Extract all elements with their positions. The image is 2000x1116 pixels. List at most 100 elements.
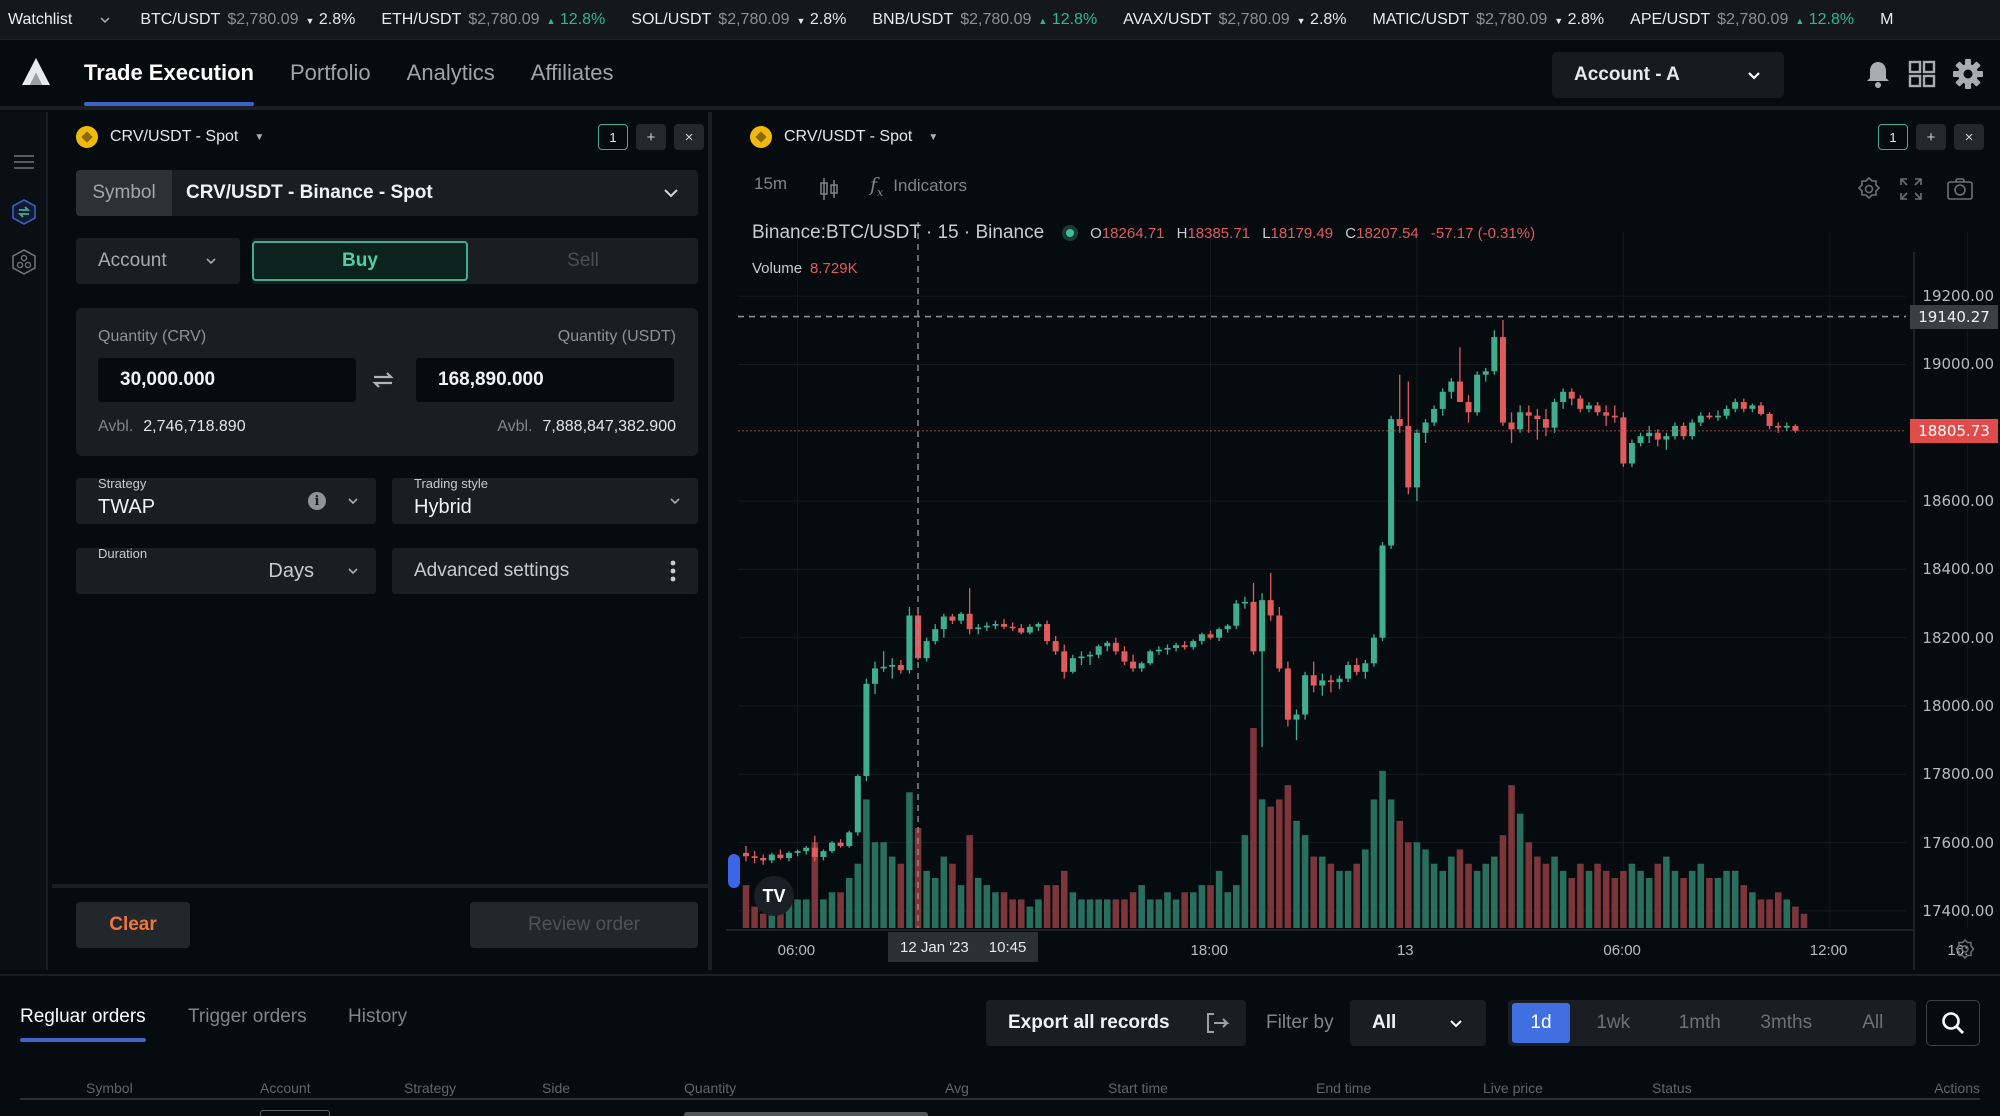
info-icon[interactable]: i [308, 492, 326, 510]
avbl-base-label: Avbl. [98, 418, 134, 435]
volume-bar [1413, 842, 1421, 928]
menu-icon[interactable] [10, 148, 38, 176]
strategy-icon[interactable] [10, 248, 38, 276]
ticker-item[interactable]: MATIC/USDT $2,780.09 ▼ 2.8% [1373, 11, 1605, 29]
volume-bar [1344, 870, 1352, 928]
indicators-button[interactable]: fx Indicators [870, 174, 967, 199]
range-1d[interactable]: 1d [1512, 1003, 1570, 1043]
swap-icon[interactable] [370, 368, 396, 392]
ticker-item[interactable]: SOL/USDT $2,780.09 ▼ 2.8% [631, 11, 846, 29]
search-button[interactable] [1926, 1000, 1980, 1046]
account-selector[interactable]: Account - A [1552, 52, 1784, 98]
qty-quote-input[interactable]: 168,890.000 [416, 358, 674, 402]
advanced-settings-button[interactable]: Advanced settings [392, 548, 698, 594]
orders-section: Regluar orders Trigger orders History Expo… [0, 974, 2000, 1116]
ticker-item[interactable]: ETH/USDT $2,780.09 ▲ 12.8% [381, 11, 605, 29]
add-pane-icon[interactable]: + [636, 124, 666, 150]
account-dropdown[interactable]: Account [76, 238, 240, 284]
avbl-base: Avbl. 2,746,718.890 [98, 418, 246, 436]
ticker-item[interactable]: APE/USDT $2,780.09 ▲ 12.8% [1630, 11, 1854, 29]
volume-bar [1172, 899, 1180, 928]
scroll-handle[interactable] [728, 854, 740, 888]
ticker-item[interactable]: BNB/USDT $2,780.09 ▲ 12.8% [872, 11, 1097, 29]
chart-pane-header: CRV/USDT - Spot ▼ [750, 112, 938, 162]
chart-settings-icon[interactable] [1856, 176, 1882, 202]
range-1wk[interactable]: 1wk [1570, 1003, 1657, 1043]
column-header-status[interactable]: Status [1652, 1080, 1692, 1096]
duration-field[interactable]: Duration Days [76, 546, 376, 594]
pane-index-button[interactable]: 1 [1878, 124, 1908, 150]
orders-tab-regluar-orders[interactable]: Regluar orders [20, 1006, 146, 1042]
pair-caret-icon[interactable]: ▼ [928, 132, 938, 143]
nav-tab-affiliates[interactable]: Affiliates [531, 38, 614, 108]
sell-button[interactable]: Sell [468, 238, 698, 284]
export-records-button[interactable]: Export all records [986, 1000, 1246, 1046]
candle-body [1362, 663, 1369, 672]
orders-tab-trigger-orders[interactable]: Trigger orders [188, 1006, 307, 1028]
trading-style-select[interactable]: Trading style Hybrid [392, 476, 698, 524]
ticker-item[interactable]: BTC/USDT $2,780.09 ▼ 2.8% [140, 11, 355, 29]
pane-index-button[interactable]: 1 [598, 124, 628, 150]
x-tick-label: 06:00 [1603, 942, 1641, 959]
candle-body [1052, 641, 1059, 652]
column-header-strategy[interactable]: Strategy [404, 1080, 456, 1096]
add-pane-icon[interactable]: + [1916, 124, 1946, 150]
axis-settings-icon[interactable] [1954, 938, 1976, 960]
volume-bar [1723, 870, 1730, 928]
buy-button[interactable]: Buy [252, 241, 468, 281]
tradingview-logo-icon[interactable]: TV [754, 876, 794, 916]
clear-button[interactable]: Clear [76, 902, 190, 948]
duration-unit[interactable]: Days [268, 560, 314, 583]
nav-tab-portfolio[interactable]: Portfolio [290, 38, 371, 108]
range-3mths[interactable]: 3mths [1743, 1003, 1830, 1043]
qty-base-input[interactable]: 30,000.000 [98, 358, 356, 402]
candle-body [1499, 337, 1506, 423]
column-header-start-time[interactable]: Start time [1108, 1080, 1168, 1096]
column-header-symbol[interactable]: Symbol [86, 1080, 133, 1096]
orders-tab-history[interactable]: History [348, 1006, 407, 1028]
candle-body [1353, 665, 1360, 672]
strategy-select[interactable]: Strategy TWAP i [76, 476, 376, 524]
exchange-icon[interactable] [10, 198, 38, 226]
column-header-live-price[interactable]: Live price [1483, 1080, 1543, 1096]
column-header-end-time[interactable]: End time [1316, 1080, 1371, 1096]
chevron-down-icon [1748, 72, 1760, 80]
column-header-quantity[interactable]: Quantity [684, 1080, 736, 1096]
nav-tab-analytics[interactable]: Analytics [407, 38, 495, 108]
bell-icon[interactable] [1862, 58, 1894, 90]
range-1mth[interactable]: 1mth [1657, 1003, 1744, 1043]
volume-bar [1749, 892, 1756, 928]
candle-body [1714, 415, 1721, 418]
fullscreen-icon[interactable] [1898, 176, 1924, 202]
candle-body [975, 627, 982, 630]
candle-body [1465, 402, 1472, 413]
range-all[interactable]: All [1830, 1003, 1917, 1043]
watchlist-dropdown[interactable]: Watchlist [0, 11, 112, 29]
interval-button[interactable]: 15m [754, 174, 787, 194]
review-order-button[interactable]: Review order [470, 902, 698, 948]
gear-icon[interactable] [1952, 58, 1984, 90]
column-header-side[interactable]: Side [542, 1080, 570, 1096]
kebab-menu-icon[interactable] [670, 560, 676, 582]
table-row[interactable] [20, 1106, 1980, 1116]
column-header-actions[interactable]: Actions [1934, 1080, 1980, 1096]
ticker-item[interactable]: M [1880, 11, 1893, 29]
ticker-item[interactable]: AVAX/USDT $2,780.09 ▼ 2.8% [1123, 11, 1346, 29]
volume-bar [1525, 842, 1533, 928]
pair-caret-icon[interactable]: ▼ [254, 132, 264, 143]
nav-tab-trade-execution[interactable]: Trade Execution [84, 38, 254, 108]
candle-type-icon[interactable] [818, 176, 840, 202]
column-header-avg[interactable]: Avg [945, 1080, 969, 1096]
camera-icon[interactable] [1946, 176, 1974, 202]
close-pane-icon[interactable]: × [674, 124, 704, 150]
grid-icon[interactable] [1906, 58, 1938, 90]
volume-bar [897, 863, 905, 928]
column-header-account[interactable]: Account [260, 1080, 311, 1096]
volume-bar [1542, 863, 1550, 928]
candle-body [1448, 381, 1455, 392]
symbol-selector[interactable]: Symbol CRV/USDT - Binance - Spot [76, 170, 698, 216]
app-logo[interactable] [18, 55, 54, 91]
close-pane-icon[interactable]: × [1954, 124, 1984, 150]
candle-body [1568, 391, 1575, 399]
filter-select[interactable]: All [1350, 1000, 1486, 1046]
